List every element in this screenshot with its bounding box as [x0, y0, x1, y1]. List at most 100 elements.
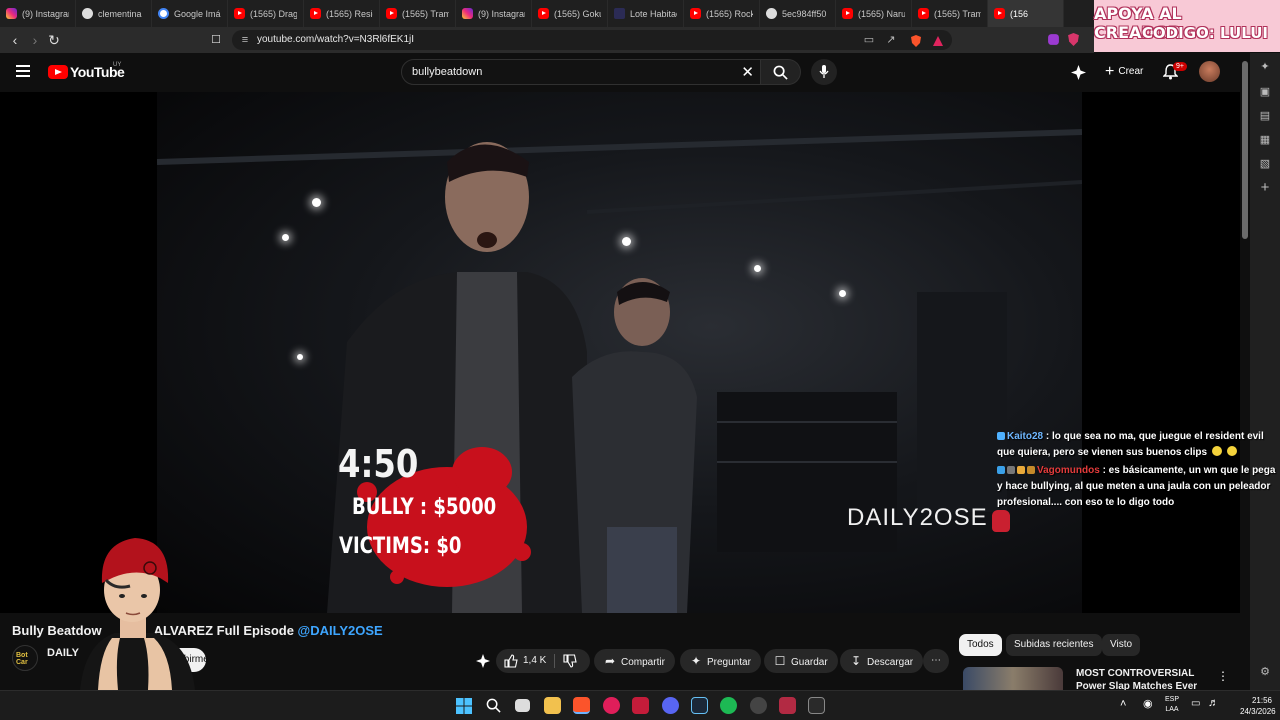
reload-icon[interactable]: ↻ — [45, 31, 63, 49]
task-view-icon[interactable] — [515, 699, 530, 712]
tray-mic-icon[interactable]: ◉ — [1143, 697, 1153, 710]
save-label: Guardar — [791, 657, 828, 668]
wallet-icon[interactable]: ▤ — [1258, 109, 1272, 123]
brave-shields-icon[interactable] — [910, 35, 922, 47]
clear-search-icon[interactable]: ✕ — [741, 63, 754, 81]
spotify-icon[interactable] — [720, 697, 737, 714]
volume-icon[interactable]: ♬ — [1208, 697, 1219, 709]
emote-icon — [1212, 446, 1223, 456]
tab-label: Google Imá — [174, 8, 221, 19]
share-label: Compartir — [621, 657, 665, 668]
like-icon[interactable] — [504, 654, 518, 668]
video-frame[interactable]: 4:50 BULLY : $5000 VICTIMS: $0 DAILY2OSE — [157, 92, 1082, 613]
browser-tab[interactable]: (9) Instagram — [0, 0, 76, 27]
taskbar-search-icon[interactable] — [486, 698, 501, 713]
browser-tab[interactable]: (156 — [988, 0, 1064, 27]
media-player-icon[interactable] — [603, 697, 620, 714]
create-button[interactable]: + Crear — [1097, 61, 1151, 83]
scrollbar-thumb[interactable] — [1242, 61, 1248, 239]
steam-icon[interactable] — [691, 697, 708, 714]
obs-icon[interactable] — [750, 697, 767, 714]
browser-tab[interactable]: (1565) Naru — [836, 0, 912, 27]
network-icon[interactable]: ▭ — [1191, 698, 1200, 709]
youtube-logo-icon[interactable] — [48, 65, 68, 79]
bookmarks-panel-icon[interactable]: ▦ — [1258, 133, 1272, 147]
chat-badge-icon — [997, 466, 1005, 474]
adobe-app-icon[interactable] — [632, 697, 649, 714]
browser-tab[interactable]: (1565) Tram — [912, 0, 988, 27]
extension-icon[interactable] — [1047, 33, 1060, 46]
ask-button[interactable]: ✦ Preguntar — [680, 649, 761, 673]
like-count[interactable]: 1,4 K — [523, 655, 546, 666]
sparkle-icon: ✦ — [690, 654, 702, 668]
site-info-icon[interactable]: ≡ — [238, 33, 252, 47]
share-page-icon[interactable]: ↗ — [884, 33, 898, 47]
epic-games-icon[interactable] — [808, 697, 825, 714]
filter-chip-watched[interactable]: Visto — [1102, 634, 1141, 656]
windows-start-icon[interactable] — [456, 698, 472, 714]
tab-label: (156 — [1010, 8, 1029, 19]
dislike-icon[interactable] — [563, 654, 577, 668]
title-mention-link[interactable]: @DAILY2OSE — [298, 623, 383, 638]
youtube-icon — [918, 8, 929, 19]
valorant-icon[interactable] — [779, 697, 796, 714]
download-button[interactable]: ↧ Descargar — [840, 649, 924, 673]
cast-icon[interactable]: ▭ — [862, 33, 876, 47]
browser-toolbar: ‹ › ↻ ☐ ≡ youtube.com/watch?v=N3Rl6fEK1j… — [0, 27, 1094, 53]
share-button[interactable]: ➦ Compartir — [594, 649, 675, 673]
brave-rewards-icon[interactable] — [932, 35, 944, 47]
account-avatar[interactable] — [1199, 61, 1220, 82]
leo-ai-icon[interactable]: ✦ — [1258, 60, 1272, 74]
browser-tab[interactable]: Google Imá — [152, 0, 228, 27]
browser-tab[interactable]: (1565) Tram — [380, 0, 456, 27]
more-vertical-icon[interactable]: ⋮ — [1217, 669, 1229, 683]
tab-label: Lote Habitac — [630, 8, 677, 19]
browser-tab[interactable]: Lote Habitac — [608, 0, 684, 27]
voice-search-button[interactable] — [811, 59, 837, 85]
page-scrollbar[interactable] — [1240, 53, 1250, 690]
sidebar-settings-icon[interactable]: ⚙ — [1258, 665, 1272, 679]
browser-tab[interactable]: (1565) Drag — [228, 0, 304, 27]
ai-sparkle-icon[interactable] — [1071, 65, 1086, 80]
file-explorer-icon[interactable] — [544, 697, 561, 714]
show-hidden-icons-icon[interactable]: ˄ — [1120, 698, 1126, 710]
forward-icon[interactable]: › — [26, 31, 44, 49]
instagram-icon — [462, 8, 473, 19]
history-panel-icon[interactable]: ▧ — [1258, 157, 1272, 171]
browser-tab[interactable]: (9) Instagram — [456, 0, 532, 27]
discord-icon[interactable] — [662, 697, 679, 714]
brave-browser-icon[interactable] — [573, 697, 590, 714]
browser-tab[interactable]: (1565) Rock — [684, 0, 760, 27]
back-icon[interactable]: ‹ — [6, 31, 24, 49]
search-input[interactable]: bullybeatdown ✕ — [401, 59, 761, 85]
clock-time: 21:56 — [1251, 696, 1272, 705]
extension-shield-icon[interactable] — [1067, 33, 1080, 46]
browser-tab[interactable]: 5ec984ff50 — [760, 0, 836, 27]
more-actions-button[interactable]: ⋯ — [923, 649, 949, 673]
bookmark-icon[interactable]: ☐ — [207, 31, 225, 49]
menu-icon[interactable] — [16, 65, 30, 77]
chat-badge-icon — [1017, 466, 1025, 474]
channel-watermark: DAILY2OSE — [847, 504, 988, 531]
save-button[interactable]: ☐ Guardar — [764, 649, 838, 673]
system-clock[interactable]: 21:56 24/3/2026 — [1240, 695, 1276, 717]
browser-tab[interactable]: (1565) Goku — [532, 0, 608, 27]
add-panel-icon[interactable]: + — [1258, 180, 1272, 195]
youtube-icon — [690, 8, 701, 19]
address-bar[interactable]: ≡ youtube.com/watch?v=N3Rl6fEK1jI ▭ ↗ — [232, 30, 952, 50]
download-icon: ↧ — [850, 654, 862, 668]
tab-label: (1565) Resid — [326, 8, 373, 19]
recommended-thumbnail[interactable] — [963, 667, 1063, 690]
language-indicator[interactable]: ESP LAA — [1163, 695, 1181, 715]
search-query: bullybeatdown — [412, 66, 483, 78]
like-dislike-group: 1,4 K — [496, 649, 590, 673]
video-overlay-victims-prize: VICTIMS: $0 — [339, 534, 462, 559]
reading-list-icon[interactable]: ▣ — [1258, 85, 1272, 99]
channel-avatar[interactable]: Bot Car — [12, 645, 38, 671]
ai-sparkle-icon[interactable] — [476, 654, 490, 668]
filter-chip-recent[interactable]: Subidas recientes — [1006, 634, 1102, 656]
search-button[interactable] — [761, 59, 801, 85]
filter-chip-all[interactable]: Todos — [959, 634, 1002, 656]
browser-tab[interactable]: (1565) Resid — [304, 0, 380, 27]
browser-tab[interactable]: clementina — [76, 0, 152, 27]
